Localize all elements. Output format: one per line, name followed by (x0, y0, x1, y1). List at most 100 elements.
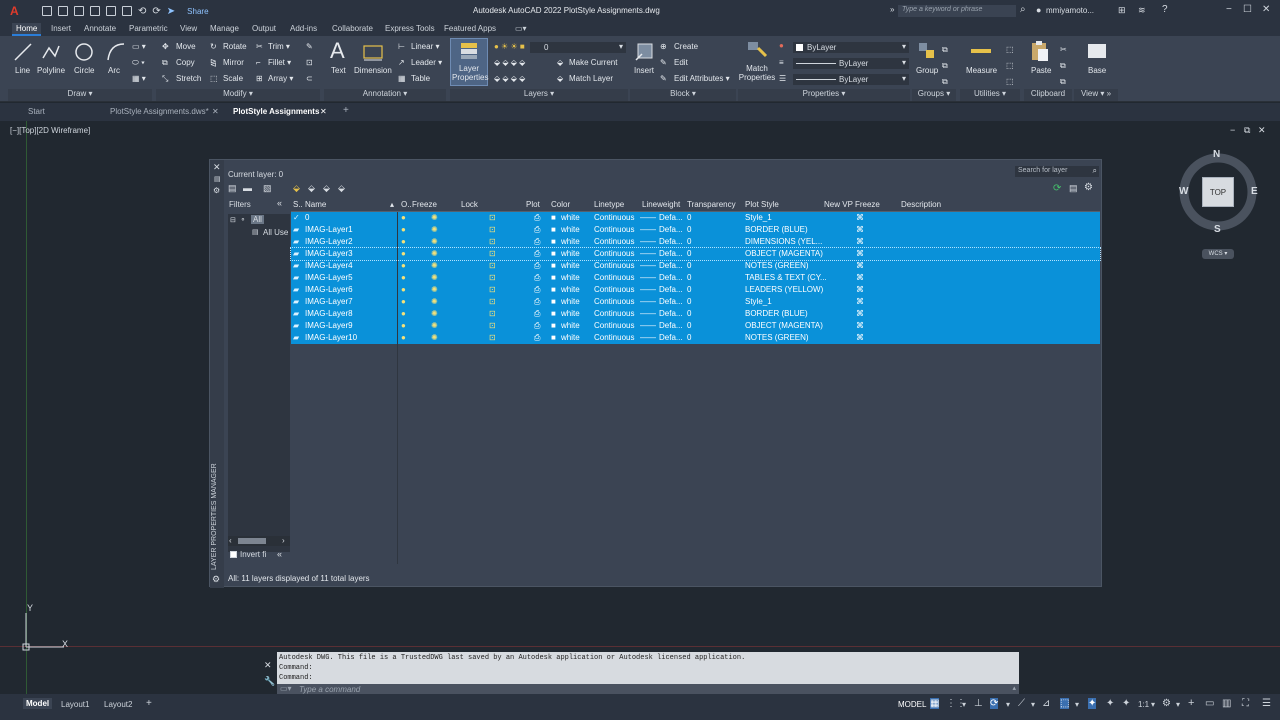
arc-button[interactable]: Arc (108, 66, 120, 75)
layer-lineweight[interactable]: Defa... (659, 333, 683, 342)
layer-on-icon[interactable]: ● (401, 225, 406, 234)
layer-color-swatch[interactable]: ■ (551, 297, 556, 306)
object-snap-icon[interactable]: ⬚ (1060, 698, 1070, 709)
layer-freeze-icon[interactable]: ✺ (431, 213, 438, 222)
layer-plot-style[interactable]: BORDER (BLUE) (745, 225, 808, 234)
layer-color[interactable]: white (561, 213, 580, 222)
layer-on-icon[interactable]: ● (401, 285, 406, 294)
utilities-panel-title[interactable]: Utilities ▾ (960, 89, 1020, 101)
filter-hscrollbar[interactable]: ‹ › (228, 536, 290, 546)
layer-lineweight[interactable]: Defa... (659, 321, 683, 330)
layer-linetype[interactable]: Continuous (594, 249, 634, 258)
tab-insert[interactable]: Insert (51, 24, 71, 33)
tab-featured-apps[interactable]: Featured Apps (444, 24, 496, 33)
layer-lineweight[interactable]: Defa... (659, 213, 683, 222)
lineweight-icon[interactable]: ☰ (779, 74, 786, 83)
chevron-down-icon[interactable]: ▾ (1075, 700, 1079, 709)
col-color[interactable]: Color (551, 200, 570, 209)
layer-transparency[interactable]: 0 (687, 237, 691, 246)
layer-color[interactable]: white (561, 309, 580, 318)
new-layout-icon[interactable]: + (146, 698, 152, 709)
new-vp-freeze-icon[interactable]: ⌘ (856, 285, 864, 294)
layer-lineweight[interactable]: Defa... (659, 285, 683, 294)
layer-plot-style[interactable]: LEADERS (YELLOW) (745, 285, 823, 294)
layer-color-swatch[interactable]: ■ (551, 273, 556, 282)
new-group-filter-icon[interactable]: ▬ (243, 183, 252, 193)
group-icon[interactable] (916, 40, 938, 62)
layer-freeze-icon[interactable]: ✺ (431, 321, 438, 330)
layer-on-icon[interactable]: ● (401, 261, 406, 270)
layer-name[interactable]: IMAG-Layer7 (305, 297, 353, 306)
block-panel-title[interactable]: Block ▾ (630, 89, 736, 101)
new-vp-freeze-icon[interactable]: ⌘ (856, 261, 864, 270)
copy-icon[interactable]: ⧉ (162, 58, 168, 68)
line-button[interactable]: Line (15, 66, 30, 75)
chevron-down-icon[interactable]: ▾ (962, 700, 966, 709)
ortho-icon[interactable]: ⊥ (974, 698, 983, 709)
layer-linetype[interactable]: Continuous (594, 237, 634, 246)
tree-toggle-icon[interactable]: ⊟ (230, 216, 236, 224)
layer-lineweight[interactable]: Defa... (659, 309, 683, 318)
autohide-icon[interactable]: ▤ (214, 175, 221, 183)
layer-name[interactable]: IMAG-Layer10 (305, 333, 357, 342)
layer-linetype[interactable]: Continuous (594, 225, 634, 234)
layer-color-swatch[interactable]: ■ (551, 225, 556, 234)
layer-color-swatch[interactable]: ■ (551, 237, 556, 246)
layer-plot-icon[interactable]: ⎙ (534, 309, 540, 319)
modify-panel-title[interactable]: Modify ▾ (156, 89, 320, 101)
chevron-down-icon[interactable]: ▾ (1151, 700, 1155, 709)
layer-row[interactable]: ▰ IMAG-Layer4 ● ✺ ⊡ ⎙ ■ white Continuous —— Defa..… (291, 260, 1100, 272)
tab-manage[interactable]: Manage (210, 24, 239, 33)
layer-lineweight[interactable]: Defa... (659, 237, 683, 246)
match-layer-button[interactable]: Match Layer (569, 74, 613, 83)
layer-color[interactable]: white (561, 321, 580, 330)
layer-linetype[interactable]: Continuous (594, 333, 634, 342)
layer-row[interactable]: ▰ IMAG-Layer5 ● ✺ ⊡ ⎙ ■ white Continuous —— Defa..… (291, 272, 1100, 284)
layer-lock-icon[interactable]: ⊡ (489, 285, 496, 294)
leader-icon[interactable]: ↗ (398, 58, 405, 67)
layer-lock-icon[interactable]: ⊡ (489, 213, 496, 222)
tab-addins[interactable]: Add-ins (290, 24, 317, 33)
layer-row[interactable]: ▰ IMAG-Layer9 ● ✺ ⊡ ⎙ ■ white Continuous —— Defa..… (291, 320, 1100, 332)
layer-color[interactable]: white (561, 225, 580, 234)
layer-plot-style[interactable]: OBJECT (MAGENTA) (745, 321, 823, 330)
region-icon[interactable]: ▦ ▾ (132, 74, 146, 83)
fillet-icon[interactable]: ⌐ (256, 58, 261, 67)
scale-icon[interactable]: ⬚ (210, 74, 218, 83)
line-icon[interactable] (13, 42, 33, 62)
layer-plot-icon[interactable]: ⎙ (534, 237, 540, 247)
auto-scale-icon[interactable]: ✦ (1122, 698, 1130, 709)
redo-icon[interactable]: ⟳ (152, 6, 160, 17)
layer-name[interactable]: IMAG-Layer2 (305, 237, 353, 246)
tab-parametric[interactable]: Parametric (129, 24, 168, 33)
edit-attributes-icon[interactable]: ✎ (660, 74, 667, 83)
delete-layer-icon[interactable]: ⬙ (323, 183, 330, 194)
text-icon[interactable]: A (330, 38, 345, 64)
insert-button[interactable]: Insert (634, 66, 654, 75)
clipboard-tools-icons[interactable]: ✂ ⧉ ⧉ (1060, 42, 1067, 90)
layer-transparency[interactable]: 0 (687, 273, 691, 282)
col-lock[interactable]: Lock (461, 200, 478, 209)
save-icon[interactable] (74, 6, 84, 16)
file-tab-dwg[interactable]: PlotStyle Assignments (233, 107, 319, 116)
measure-button[interactable]: Measure (966, 66, 997, 75)
layer-color[interactable]: white (561, 273, 580, 282)
make-current-icon[interactable]: ⬙ (557, 58, 563, 67)
copy-button[interactable]: Copy (176, 58, 195, 67)
layer-linetype[interactable]: Continuous (594, 273, 634, 282)
leader-button[interactable]: Leader ▾ (411, 58, 442, 67)
edit-attributes-button[interactable]: Edit Attributes ▾ (674, 74, 730, 83)
compass-w[interactable]: W (1179, 186, 1188, 197)
collapse-filters-icon[interactable]: « (277, 198, 282, 208)
workspace-gear-icon[interactable]: ⚙ (1162, 698, 1171, 709)
quick-properties-icon[interactable]: ▥ (1222, 698, 1231, 709)
layer-color[interactable]: white (561, 285, 580, 294)
layer-freeze-icon[interactable]: ✺ (431, 309, 438, 318)
clean-screen-icon[interactable]: ⛶ (1242, 698, 1249, 709)
base-view-icon[interactable] (1086, 42, 1108, 60)
layer-lock-icon[interactable]: ⊡ (489, 261, 496, 270)
layer-name[interactable]: IMAG-Layer5 (305, 273, 353, 282)
hatch-icon[interactable]: ⬭ ▾ (132, 58, 145, 68)
layer-lock-icon[interactable]: ⊡ (489, 225, 496, 234)
groups-panel-title[interactable]: Groups ▾ (912, 89, 956, 101)
